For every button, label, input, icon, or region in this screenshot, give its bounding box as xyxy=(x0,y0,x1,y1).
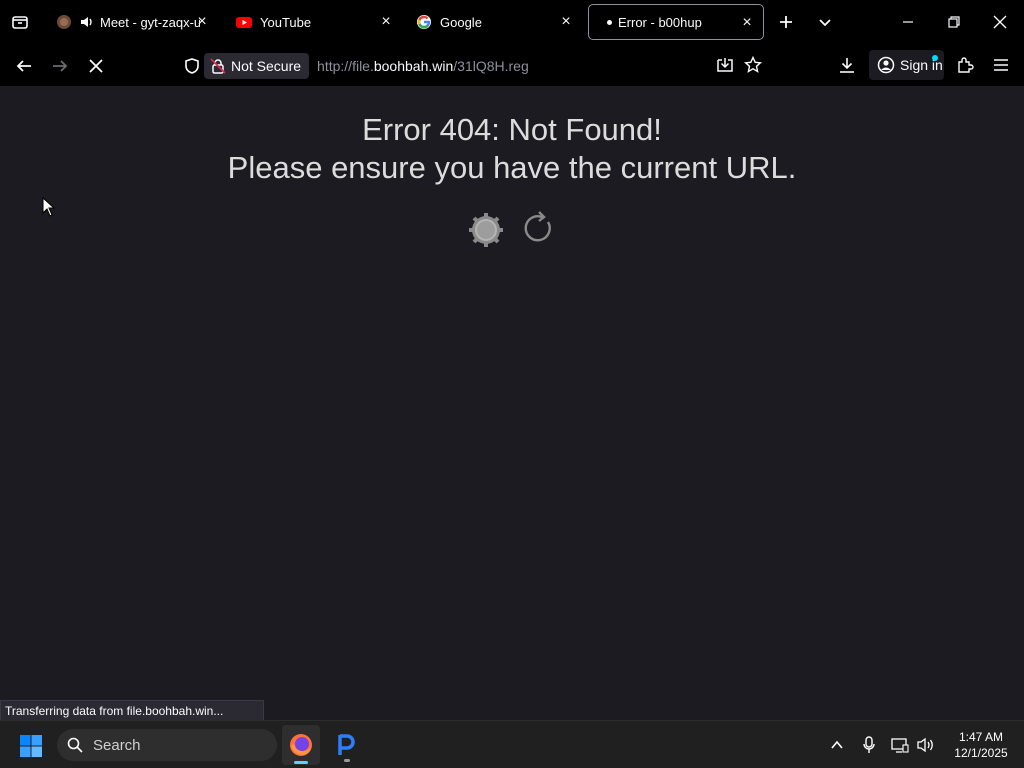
show-hidden-icons-button[interactable] xyxy=(826,733,848,757)
account-icon xyxy=(877,56,895,74)
taskbar-firefox[interactable] xyxy=(282,725,320,765)
tab-close-icon[interactable]: × xyxy=(558,14,574,30)
list-all-tabs-button[interactable] xyxy=(813,10,837,34)
tab-close-icon[interactable]: × xyxy=(378,14,394,30)
star-icon xyxy=(744,56,762,73)
speaker-icon xyxy=(917,737,933,753)
download-arrow-icon xyxy=(840,58,854,73)
status-bar-text: Transferring data from file.boohbah.win.… xyxy=(0,700,264,721)
restore-button[interactable] xyxy=(942,10,966,34)
google-favicon-icon xyxy=(417,15,431,29)
p-app-logo-icon xyxy=(338,734,355,755)
taskbar-clock[interactable]: 1:47 AM 12/1/2025 xyxy=(944,729,1018,761)
sign-in-button[interactable]: Sign in xyxy=(869,50,944,80)
back-button[interactable] xyxy=(10,52,38,80)
insecure-lock-icon xyxy=(210,58,226,74)
windows-logo-icon xyxy=(20,735,42,757)
taskbar-search-box[interactable]: Search xyxy=(57,729,277,761)
tab-google[interactable]: Google × xyxy=(408,4,582,40)
url-path: /31lQ8H.reg xyxy=(453,58,529,74)
not-secure-label: Not Secure xyxy=(231,58,302,74)
tab-overview-button[interactable] xyxy=(8,10,32,34)
clock-time: 1:47 AM xyxy=(958,730,1004,744)
loading-dot-icon xyxy=(607,19,612,25)
taskbar-app-p[interactable] xyxy=(328,725,366,765)
chevron-up-icon xyxy=(831,740,843,749)
hamburger-menu-icon xyxy=(994,59,1008,71)
search-icon xyxy=(67,737,83,753)
youtube-favicon-icon xyxy=(236,17,252,28)
stop-loading-button[interactable] xyxy=(82,52,110,80)
reload-icon xyxy=(524,211,551,242)
save-to-device-icon xyxy=(717,58,733,72)
extensions-button[interactable] xyxy=(952,52,978,78)
url-text[interactable]: http://file.boohbah.win/31lQ8H.reg xyxy=(317,58,529,74)
minimize-button[interactable] xyxy=(896,10,920,34)
clock-date: 12/1/2025 xyxy=(954,746,1008,760)
forward-button[interactable] xyxy=(46,52,74,80)
chevron-down-icon xyxy=(819,19,831,27)
network-tray-button[interactable] xyxy=(888,733,912,757)
error-title: Error 404: Not Found! xyxy=(362,112,662,147)
shield-icon xyxy=(185,58,199,74)
speaker-playing-icon[interactable] xyxy=(80,15,94,29)
url-bar[interactable]: Not Secure http://file.boohbah.win/31lQ8… xyxy=(204,52,704,80)
search-label: Search xyxy=(93,736,141,754)
url-host: boohbah.win xyxy=(373,58,454,74)
tab-youtube[interactable]: YouTube × xyxy=(228,4,402,40)
tab-tray-icon xyxy=(12,16,28,29)
tracking-protection-button[interactable] xyxy=(180,54,204,78)
downloads-button[interactable] xyxy=(834,52,860,78)
navigation-toolbar: Not Secure http://file.boohbah.win/31lQ8… xyxy=(0,44,1024,86)
tab-meet[interactable]: Meet - gyt-zaqx-ufr × xyxy=(48,4,218,40)
tab-close-icon[interactable]: × xyxy=(739,15,755,31)
meet-favicon-icon xyxy=(57,15,71,29)
notification-dot-icon xyxy=(932,55,938,61)
puzzle-piece-icon xyxy=(958,57,974,73)
volume-tray-button[interactable] xyxy=(914,733,938,757)
tab-title: Meet - gyt-zaqx-ufr xyxy=(100,14,200,30)
tab-title: Google xyxy=(440,14,482,30)
site-security-button[interactable]: Not Secure xyxy=(204,53,310,79)
close-icon xyxy=(993,15,1007,29)
gear-icon xyxy=(469,213,503,247)
url-prefix: http://file. xyxy=(317,58,374,74)
microphone-icon xyxy=(863,736,875,753)
firefox-logo-icon xyxy=(290,734,312,756)
page-content: Error 404: Not Found! Please ensure you … xyxy=(0,86,1024,718)
tab-title: Error - b00hup xyxy=(618,14,702,30)
tab-close-icon[interactable]: × xyxy=(194,14,210,30)
restore-icon xyxy=(948,16,960,28)
start-button[interactable] xyxy=(16,731,46,761)
stop-x-icon xyxy=(89,59,103,73)
bookmark-star-button[interactable] xyxy=(740,52,766,78)
error-subtitle: Please ensure you have the current URL. xyxy=(227,150,797,185)
tab-error-active[interactable]: Error - b00hup × xyxy=(588,4,764,40)
network-icon xyxy=(891,738,909,753)
active-app-indicator xyxy=(294,761,308,764)
save-page-button[interactable] xyxy=(712,52,738,78)
app-menu-button[interactable] xyxy=(988,52,1014,78)
close-window-button[interactable] xyxy=(988,10,1012,34)
tab-title: YouTube xyxy=(260,14,312,30)
new-tab-button[interactable] xyxy=(774,10,798,34)
running-app-indicator xyxy=(344,759,350,762)
tab-strip: Meet - gyt-zaqx-ufr × YouTube × Google ×… xyxy=(0,0,1024,44)
arrow-right-icon xyxy=(53,60,68,72)
mouse-cursor-icon xyxy=(42,197,56,217)
arrow-left-icon xyxy=(16,60,31,72)
windows-taskbar: Search 1:47 AM 12/1/2025 xyxy=(0,720,1024,768)
plus-icon xyxy=(780,16,792,28)
minimize-icon xyxy=(903,21,913,23)
microphone-tray-button[interactable] xyxy=(858,733,880,757)
